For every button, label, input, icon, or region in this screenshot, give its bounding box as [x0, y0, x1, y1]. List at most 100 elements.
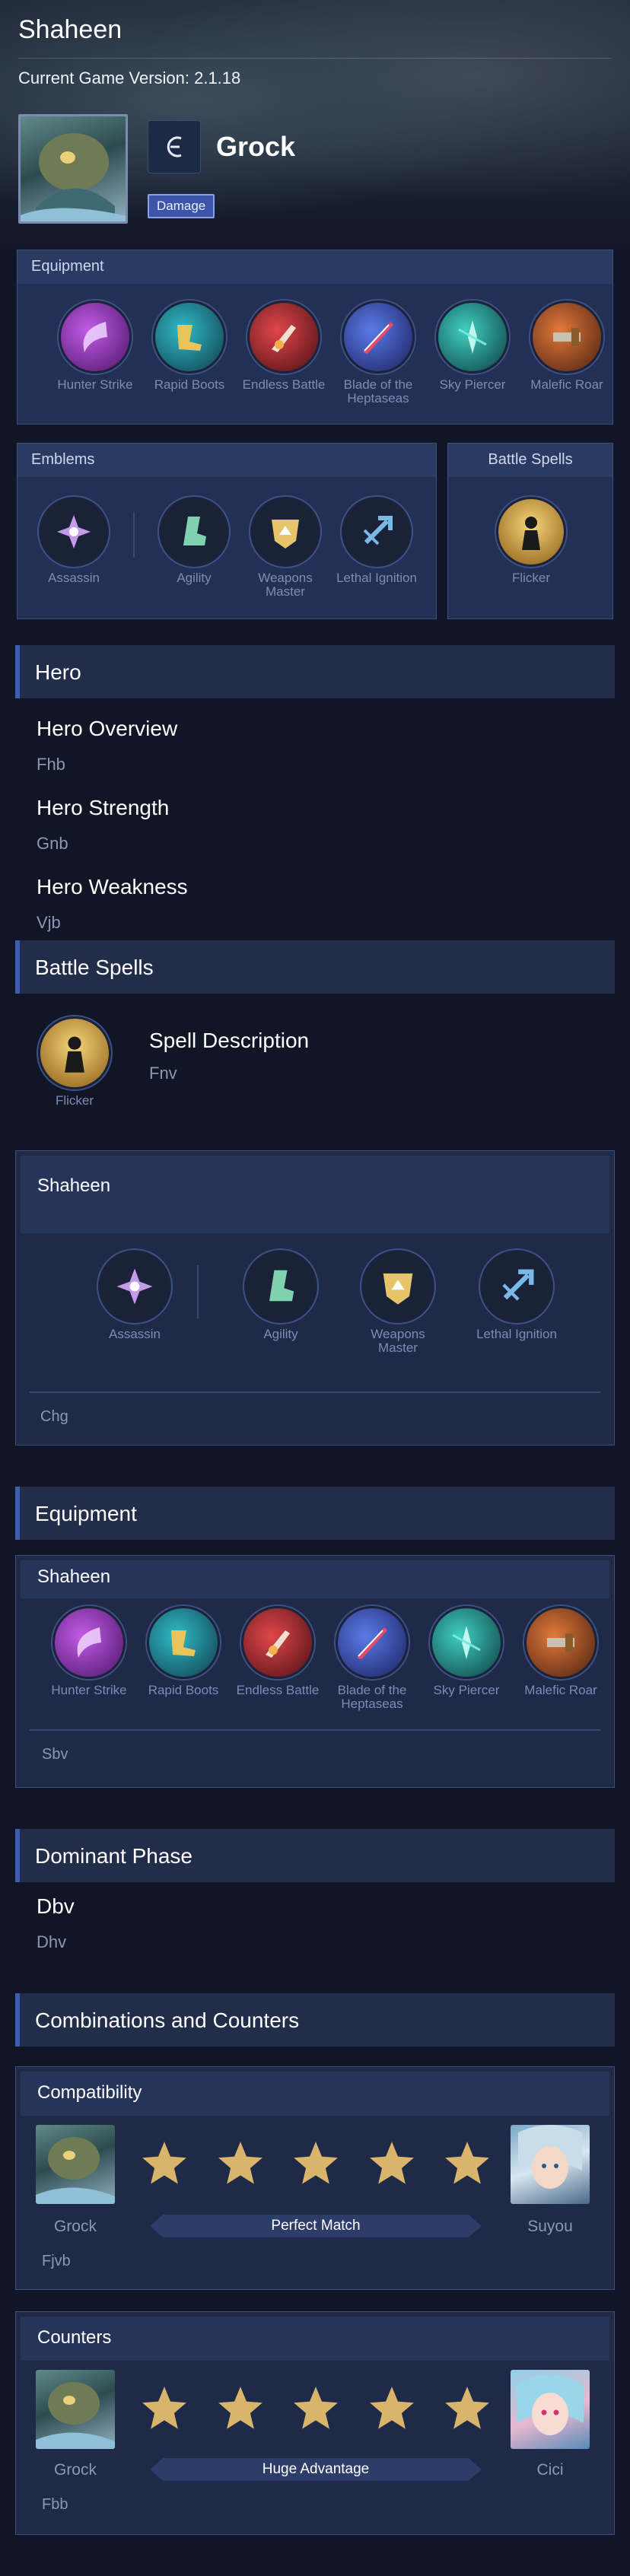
hero-overview-title: Hero Overview	[37, 717, 178, 740]
sky-piercer-icon	[436, 301, 509, 374]
dominant-phase-header: Dominant Phase	[15, 1829, 615, 1882]
equipment-label: Rapid Boots	[148, 1683, 219, 1697]
emblem-label: Weapons Master	[258, 571, 313, 599]
compatibility-title: Compatibility	[37, 2082, 142, 2103]
hero-section-header: Hero	[15, 645, 615, 698]
emblem-label: Agility	[177, 571, 212, 585]
compatibility-left-name: Grock	[53, 2218, 97, 2235]
equipment-item[interactable]: Hunter Strike	[49, 301, 141, 392]
emblem-item[interactable]: Lethal Ignition	[471, 1250, 562, 1341]
equipment-item[interactable]: Blade of the Heptaseas	[332, 301, 424, 405]
endless-battle-icon	[241, 1606, 314, 1679]
rapid-boots-icon	[153, 301, 226, 374]
hero-name: Grock	[216, 131, 296, 162]
counters-note: Fbb	[42, 2496, 68, 2513]
rapid-boots-icon	[147, 1606, 220, 1679]
equipment-item[interactable]: Sky Piercer	[427, 301, 518, 392]
equipment-label: Blade of the Heptaseas	[343, 377, 413, 405]
spell-item[interactable]: Flicker	[29, 1016, 120, 1108]
star-icon	[218, 2142, 262, 2184]
cici-avatar[interactable]	[511, 2370, 590, 2449]
hero-section-title: Hero	[35, 660, 81, 684]
emblem-item[interactable]: Assassin	[89, 1250, 180, 1341]
equipment-build-divider	[30, 1729, 600, 1731]
counters-panel: Counters Grock Huge Advantage Cici Fbb	[15, 2311, 615, 2535]
emblem-build-panel: Shaheen Assassin Agility Weapons Master …	[15, 1150, 615, 1445]
emblem-build-note: Chg	[40, 1408, 68, 1425]
lethal-ignition-emblem-icon	[480, 1250, 553, 1323]
dominant-phase-detail: Dhv	[37, 1932, 67, 1951]
equipment-label: Rapid Boots	[154, 377, 225, 392]
battle-spells-panel: Battle Spells Flicker	[447, 443, 613, 619]
star-icon	[445, 2387, 489, 2429]
equipment-build-panel: Shaheen Hunter Strike Rapid Boots Endles…	[15, 1555, 615, 1788]
sky-piercer-icon	[430, 1606, 503, 1679]
equipment-label: Sky Piercer	[433, 1683, 500, 1697]
page-title: Shaheen	[18, 15, 123, 44]
role-badge: Damage	[148, 194, 215, 218]
emblem-divider	[197, 1265, 199, 1318]
equipment-build-note: Sbv	[42, 1746, 68, 1763]
compatibility-ribbon: Perfect Match	[150, 2215, 482, 2237]
counters-title: Counters	[37, 2327, 112, 2348]
hero-overview-value: Fhb	[37, 755, 65, 774]
star-icon	[369, 2387, 414, 2429]
equipment-item[interactable]: Malefic Roar	[515, 1606, 606, 1697]
combinations-header: Combinations and Counters	[15, 1993, 615, 2046]
emblem-item[interactable]: Weapons Master	[352, 1250, 444, 1355]
hunter-strike-icon	[52, 1606, 126, 1679]
emblem-item[interactable]: Lethal Ignition	[331, 497, 422, 585]
emblem-item[interactable]: Assassin	[28, 497, 119, 585]
counters-stars	[139, 2384, 492, 2434]
equipment-section-header: Equipment	[15, 1487, 615, 1540]
equipment-item[interactable]: Rapid Boots	[144, 301, 235, 392]
emblem-item[interactable]: Agility	[235, 1250, 326, 1341]
star-icon	[294, 2142, 338, 2184]
star-icon	[369, 2142, 414, 2184]
hunter-strike-icon	[59, 301, 132, 374]
star-icon	[294, 2387, 338, 2429]
equipment-item[interactable]: Blade of the Heptaseas	[326, 1606, 418, 1711]
emblems-panel: Emblems Assassin Agility Weapons Master …	[17, 443, 437, 619]
emblem-build-divider	[30, 1391, 600, 1393]
agility-emblem-icon	[244, 1250, 317, 1323]
equipment-label: Sky Piercer	[439, 377, 506, 392]
equipment-item[interactable]: Endless Battle	[232, 1606, 323, 1697]
dominant-phase-value: Dbv	[37, 1894, 75, 1918]
game-version: Current Game Version: 2.1.18	[18, 68, 241, 87]
spell-label: Flicker	[55, 1093, 94, 1108]
compatibility-right-name: Suyou	[527, 2218, 573, 2235]
emblem-item[interactable]: Agility	[148, 497, 240, 585]
hero-weakness-value: Vjb	[37, 913, 61, 932]
counters-right-name: Cici	[536, 2461, 564, 2479]
grock-avatar[interactable]	[36, 2125, 115, 2204]
hero-strength-title: Hero Strength	[37, 796, 170, 819]
emblem-item[interactable]: Weapons Master	[240, 497, 331, 599]
spell-item[interactable]: Flicker	[485, 497, 577, 585]
assassin-emblem-icon	[98, 1250, 171, 1323]
equipment-label: Endless Battle	[236, 1683, 320, 1697]
endless-battle-icon	[247, 301, 320, 374]
emblem-label: Weapons Master	[371, 1327, 425, 1355]
grock-avatar[interactable]	[36, 2370, 115, 2449]
suyou-avatar[interactable]	[511, 2125, 590, 2204]
counters-left-name: Grock	[53, 2461, 97, 2479]
battle-spells-section-title: Battle Spells	[35, 956, 154, 979]
emblem-label: Lethal Ignition	[336, 571, 417, 585]
equipment-item[interactable]: Malefic Roar	[521, 301, 612, 392]
equipment-item[interactable]: Sky Piercer	[421, 1606, 512, 1697]
equipment-label: Malefic Roar	[530, 377, 603, 392]
star-icon	[142, 2142, 186, 2184]
compatibility-panel: Compatibility Grock Perfect Match Suyou …	[15, 2066, 615, 2290]
compatibility-note: Fjvb	[42, 2253, 71, 2269]
equipment-item[interactable]: Hunter Strike	[43, 1606, 135, 1697]
equipment-label: Blade of the Heptaseas	[337, 1683, 407, 1711]
equipment-label: Hunter Strike	[57, 377, 133, 392]
star-icon	[142, 2387, 186, 2429]
title-divider	[18, 58, 612, 59]
equipment-item[interactable]: Rapid Boots	[138, 1606, 229, 1697]
emblem-label: Agility	[263, 1327, 298, 1341]
star-icon	[218, 2387, 262, 2429]
equipment-item[interactable]: Endless Battle	[238, 301, 329, 392]
equipment-build-title: Shaheen	[37, 1566, 111, 1587]
